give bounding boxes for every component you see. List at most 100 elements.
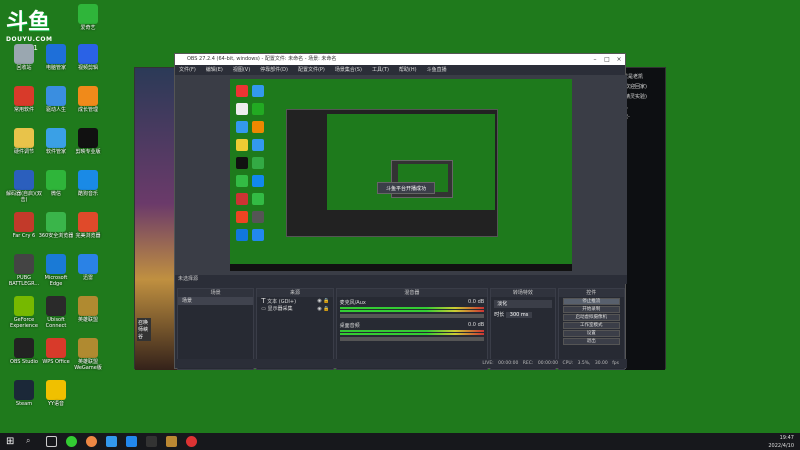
app-icon bbox=[46, 128, 66, 148]
game-panel-text: · bbox=[623, 122, 663, 132]
menu-item[interactable]: 配置文件(P) bbox=[298, 67, 325, 73]
menu-item[interactable]: 文件(F) bbox=[179, 67, 196, 73]
desktop-volume-slider[interactable] bbox=[339, 337, 485, 341]
desktop-icon[interactable]: 英雄联盟WeGame版 bbox=[70, 338, 106, 371]
obs-preview[interactable]: 斗鱼平台开播成功 bbox=[175, 75, 627, 275]
windows-start-icon[interactable]: ⊞ bbox=[6, 436, 17, 447]
desktop-icon[interactable]: 剪映专业版 bbox=[70, 128, 106, 155]
desktop-icon[interactable]: 酷狗音乐 bbox=[70, 170, 106, 197]
desktop-icon-label: WPS Office bbox=[42, 359, 70, 365]
app-icon bbox=[78, 212, 98, 232]
desktop-icon[interactable]: 软件管家 bbox=[38, 128, 74, 155]
desktop-icon-label: Steam bbox=[15, 401, 33, 407]
menu-item[interactable]: 帮助(H) bbox=[399, 67, 417, 73]
game-panel-text: 流- bbox=[623, 112, 663, 122]
desktop-icon[interactable]: OBS Studio bbox=[6, 338, 42, 365]
desktop-icon[interactable]: 视频剪辑 bbox=[70, 44, 106, 71]
desktop-icon-label: 硬件调节 bbox=[13, 149, 34, 155]
app-icon bbox=[14, 128, 34, 148]
source-item-display[interactable]: ▭ 显示器采集 ◉ 🔒 bbox=[257, 305, 332, 313]
transition-select[interactable]: 淡化 bbox=[494, 300, 552, 308]
virtual-camera-button[interactable]: 启动虚拟摄像机 bbox=[562, 314, 620, 321]
desktop-icon-label: PUBG BATTLEGR... bbox=[8, 275, 40, 287]
desktop-icon[interactable]: WPS Office bbox=[38, 338, 74, 365]
maximize-icon[interactable]: □ bbox=[601, 54, 613, 65]
sources-dock: 来源 T 文本 (GDI+)◉ 🔒 ▭ 显示器采集◉ 🔒 +−⚙∧∨ bbox=[256, 288, 334, 370]
minimize-icon[interactable]: – bbox=[589, 54, 601, 65]
desktop-icon[interactable]: 驱动人生 bbox=[38, 86, 74, 113]
duration-input[interactable]: 300 ms bbox=[505, 312, 533, 318]
logo-big-text: 斗鱼 bbox=[6, 10, 51, 35]
preview-canvas: 斗鱼平台开播成功 bbox=[230, 79, 572, 271]
obs-taskbar-icon[interactable] bbox=[146, 436, 157, 447]
app-icon bbox=[78, 86, 98, 106]
studio-mode-button[interactable]: 工作室模式 bbox=[562, 322, 620, 329]
task-view-icon[interactable] bbox=[46, 436, 57, 447]
scenes-dock: 场景 场景 +−∧∨ bbox=[177, 288, 255, 370]
desktop-icon[interactable]: 完美浏览器 bbox=[70, 212, 106, 239]
app-icon bbox=[78, 4, 98, 24]
app-icon bbox=[46, 212, 66, 232]
clock-date: 2022/4/10 bbox=[768, 443, 794, 449]
desktop-icon[interactable]: 微信 bbox=[38, 170, 74, 197]
desktop-icon[interactable]: 回收站 bbox=[6, 44, 42, 71]
desktop-icon[interactable]: Microsoft Edge bbox=[38, 254, 74, 287]
desktop-icon-label: 解码器(自启)(双击) bbox=[6, 191, 42, 203]
search-icon[interactable]: ⌕ bbox=[26, 436, 37, 447]
menu-item[interactable]: 工具(T) bbox=[372, 67, 389, 73]
source-item-text[interactable]: T 文本 (GDI+) ◉ 🔒 bbox=[257, 297, 332, 306]
scenes-dock-title: 场景 bbox=[178, 289, 254, 297]
obs-menubar: 文件(F) 编辑(E) 视图(V) 停靠部件(D) 配置文件(P) 场景集合(S) 工具(T… bbox=[175, 65, 625, 75]
lol-taskbar-icon[interactable] bbox=[166, 436, 177, 447]
menu-item[interactable]: 斗鱼直播 bbox=[427, 67, 447, 73]
app-icon bbox=[46, 86, 66, 106]
douyu-logo: 斗鱼 DOUYU.COM 5701 bbox=[6, 4, 60, 52]
stop-streaming-button[interactable]: 停止推流 bbox=[562, 298, 620, 305]
menu-item[interactable]: 场景集合(S) bbox=[335, 67, 362, 73]
game-panel-text: (欢迎回家) bbox=[623, 84, 647, 90]
desktop-icon-label: 常用软件 bbox=[13, 107, 34, 113]
desktop-icon[interactable]: 电脑管家 bbox=[38, 44, 74, 71]
app-icon-2[interactable] bbox=[106, 436, 117, 447]
game-panel-text: 入 bbox=[623, 102, 663, 112]
desktop-icon[interactable]: Ubisoft Connect bbox=[38, 296, 74, 329]
mic-volume-slider[interactable] bbox=[339, 314, 485, 318]
desktop-icon[interactable]: YY语音 bbox=[38, 380, 74, 407]
desktop-icon[interactable]: 常用软件 bbox=[6, 86, 42, 113]
mixer-dock: 混音器 麦克风/Aux 0.0 dB 桌面音频 0.0 dB bbox=[335, 288, 489, 370]
desktop-icon[interactable]: Far Cry 6 bbox=[6, 212, 42, 239]
desktop-icon[interactable]: 解码器(自启)(双击) bbox=[6, 170, 42, 203]
menu-item[interactable]: 停靠部件(D) bbox=[260, 67, 288, 73]
desktop-icon[interactable]: 硬件调节 bbox=[6, 128, 42, 155]
app-icon-1[interactable] bbox=[66, 436, 77, 447]
live-timer: LIVE: 00:00:00 bbox=[482, 361, 519, 366]
app-icon bbox=[78, 254, 98, 274]
desktop-icon[interactable]: GeForce Experience bbox=[6, 296, 42, 329]
desktop-icon-label: Ubisoft Connect bbox=[45, 317, 67, 329]
scene-item[interactable]: 场景 bbox=[178, 297, 254, 305]
settings-button[interactable]: 设置 bbox=[562, 330, 620, 337]
menu-item[interactable]: 视图(V) bbox=[233, 67, 250, 73]
desktop-icon[interactable]: 英雄联盟 bbox=[70, 296, 106, 323]
close-icon[interactable]: × bbox=[613, 54, 625, 65]
desktop-icon-label: 迅雷 bbox=[82, 275, 93, 281]
desktop-icon-label: 英雄联盟WeGame版 bbox=[74, 359, 102, 371]
desktop-icon-label: 回收站 bbox=[16, 65, 32, 71]
taskbar: ⊞ ⌕ 19:47 2022/4/10 bbox=[0, 433, 800, 450]
desktop-icon[interactable]: 360安全浏览器 bbox=[38, 212, 74, 239]
system-tray[interactable]: 19:47 2022/4/10 bbox=[768, 433, 794, 450]
desktop-icon[interactable]: 成长管理 bbox=[70, 86, 106, 113]
desktop-icon[interactable]: PUBG BATTLEGR... bbox=[6, 254, 42, 287]
app-icon-3[interactable] bbox=[186, 436, 197, 447]
exit-button[interactable]: 退出 bbox=[562, 338, 620, 345]
desktop-icon-label: YY语音 bbox=[47, 401, 65, 407]
chrome-icon[interactable] bbox=[86, 436, 97, 447]
desktop-icon[interactable]: Steam bbox=[6, 380, 42, 407]
start-recording-button[interactable]: 开始录制 bbox=[562, 306, 620, 313]
desktop-icon-label: 360安全浏览器 bbox=[38, 233, 74, 239]
xunlei-icon[interactable] bbox=[126, 436, 137, 447]
desktop-icon[interactable]: 爱奇艺 bbox=[70, 4, 106, 31]
menu-item[interactable]: 编辑(E) bbox=[206, 67, 223, 73]
app-icon bbox=[78, 338, 98, 358]
desktop-icon[interactable]: 迅雷 bbox=[70, 254, 106, 281]
